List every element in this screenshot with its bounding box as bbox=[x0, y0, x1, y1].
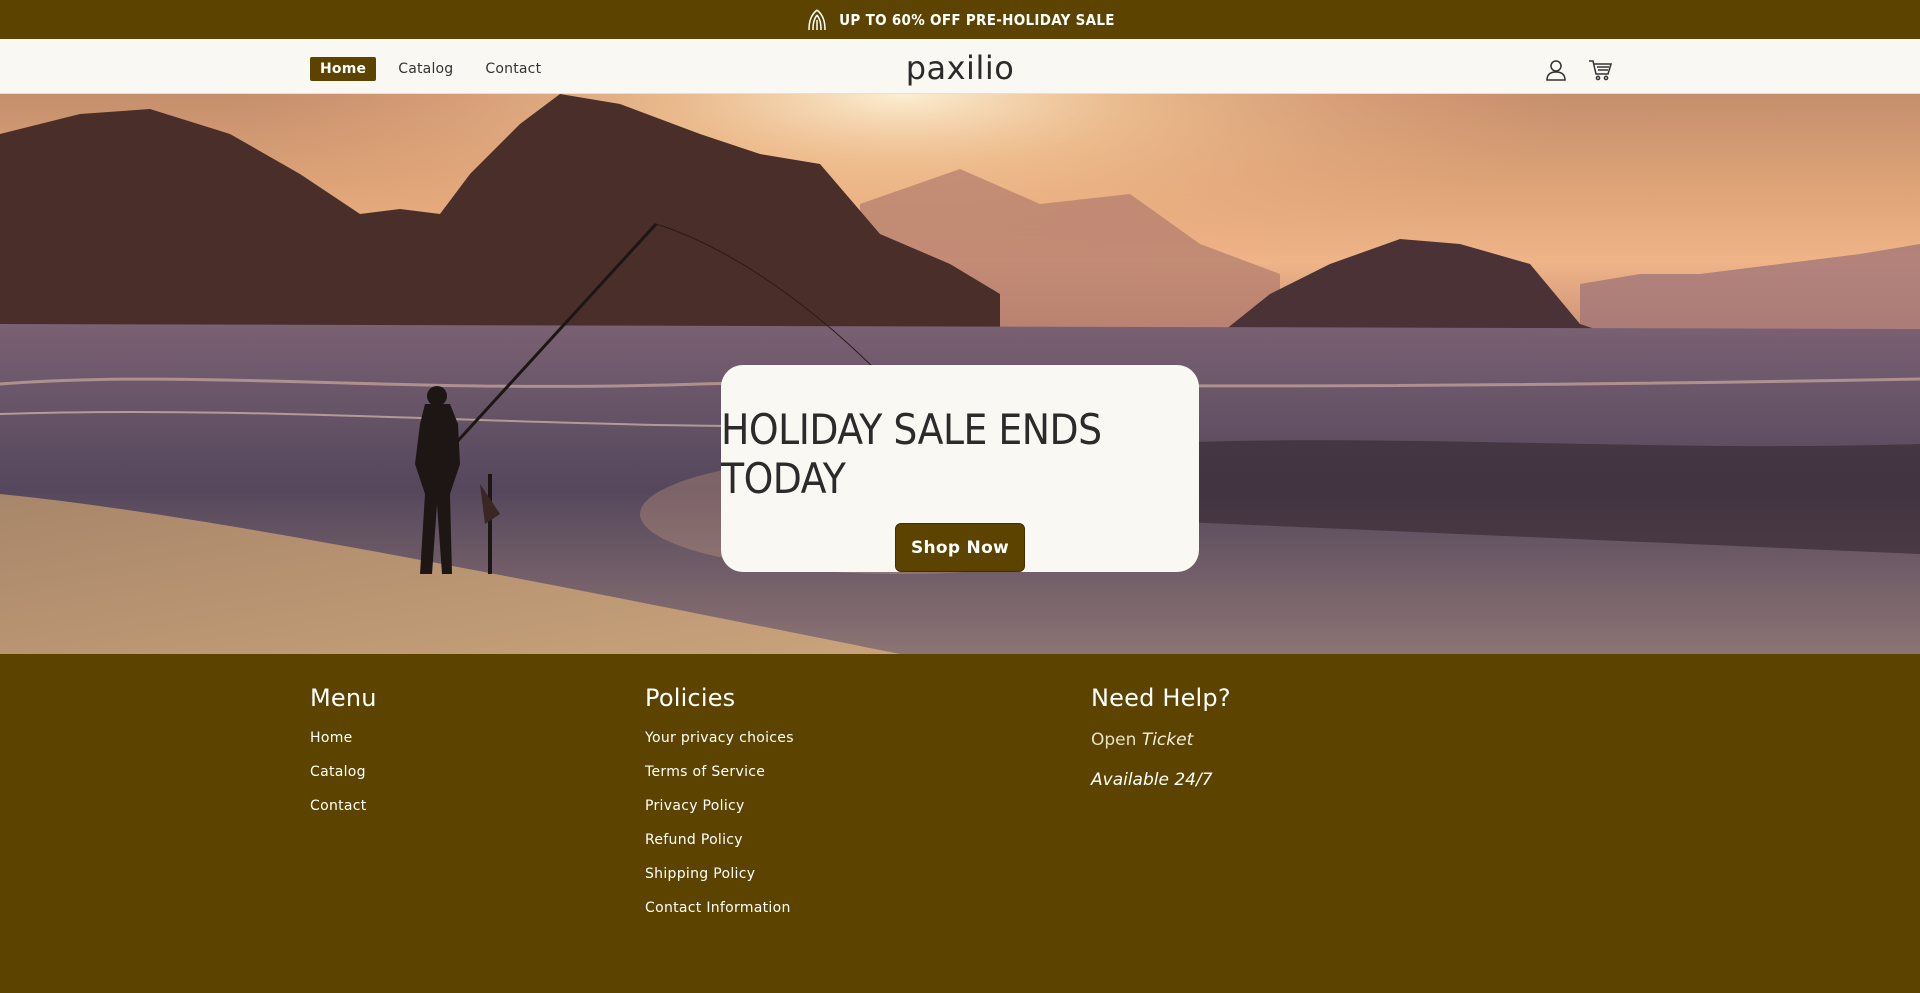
footer-link-contact-info[interactable]: Contact Information bbox=[645, 900, 791, 916]
main-nav: Home Catalog Contact bbox=[310, 57, 551, 81]
hero-banner: HOLIDAY SALE ENDS TODAY Shop Now bbox=[0, 94, 1920, 654]
cart-icon[interactable] bbox=[1587, 57, 1613, 83]
footer-help: Need Help? Open Ticket Available 24/7 bbox=[1091, 684, 1231, 790]
nav-catalog[interactable]: Catalog bbox=[388, 58, 463, 80]
footer-link-privacy-choices[interactable]: Your privacy choices bbox=[645, 730, 794, 746]
account-icon[interactable] bbox=[1543, 57, 1569, 83]
footer-link-shipping-policy[interactable]: Shipping Policy bbox=[645, 866, 755, 882]
footer-link-refund-policy[interactable]: Refund Policy bbox=[645, 832, 743, 848]
footer-link-catalog[interactable]: Catalog bbox=[310, 764, 366, 780]
footer-policies-title: Policies bbox=[645, 684, 736, 712]
hero-heading: HOLIDAY SALE ENDS TODAY bbox=[721, 405, 1102, 503]
footer-menu: Menu Home Catalog Contact bbox=[310, 684, 377, 832]
leaf-badge-icon bbox=[805, 8, 829, 32]
nav-home[interactable]: Home bbox=[310, 57, 377, 81]
nav-contact[interactable]: Contact bbox=[475, 58, 551, 80]
header-actions bbox=[1543, 57, 1613, 83]
site-logo[interactable]: paxilio bbox=[906, 49, 1015, 87]
open-label: Open bbox=[1091, 730, 1137, 750]
footer-policies: Policies Your privacy choices Terms of S… bbox=[645, 684, 794, 934]
ticket-link[interactable]: Ticket bbox=[1142, 730, 1193, 750]
site-header: Home Catalog Contact paxilio bbox=[0, 39, 1920, 94]
shop-now-button[interactable]: Shop Now bbox=[895, 523, 1025, 572]
availability-text: Available 24/7 bbox=[1091, 770, 1213, 790]
footer-link-contact[interactable]: Contact bbox=[310, 798, 367, 814]
announcement-text: UP TO 60% OFF PRE-HOLIDAY SALE bbox=[839, 10, 1115, 29]
announcement-bar: UP TO 60% OFF PRE-HOLIDAY SALE bbox=[0, 0, 1920, 39]
footer-link-terms[interactable]: Terms of Service bbox=[645, 764, 765, 780]
logo-wrapper: paxilio bbox=[0, 49, 1920, 87]
site-footer: Menu Home Catalog Contact Policies Your … bbox=[0, 654, 1920, 993]
footer-help-title: Need Help? bbox=[1091, 684, 1231, 712]
open-ticket-line: Open Ticket bbox=[1091, 730, 1231, 750]
footer-link-home[interactable]: Home bbox=[310, 730, 353, 746]
footer-link-privacy-policy[interactable]: Privacy Policy bbox=[645, 798, 745, 814]
promo-card: HOLIDAY SALE ENDS TODAY Shop Now bbox=[721, 365, 1199, 572]
footer-menu-title: Menu bbox=[310, 684, 377, 712]
